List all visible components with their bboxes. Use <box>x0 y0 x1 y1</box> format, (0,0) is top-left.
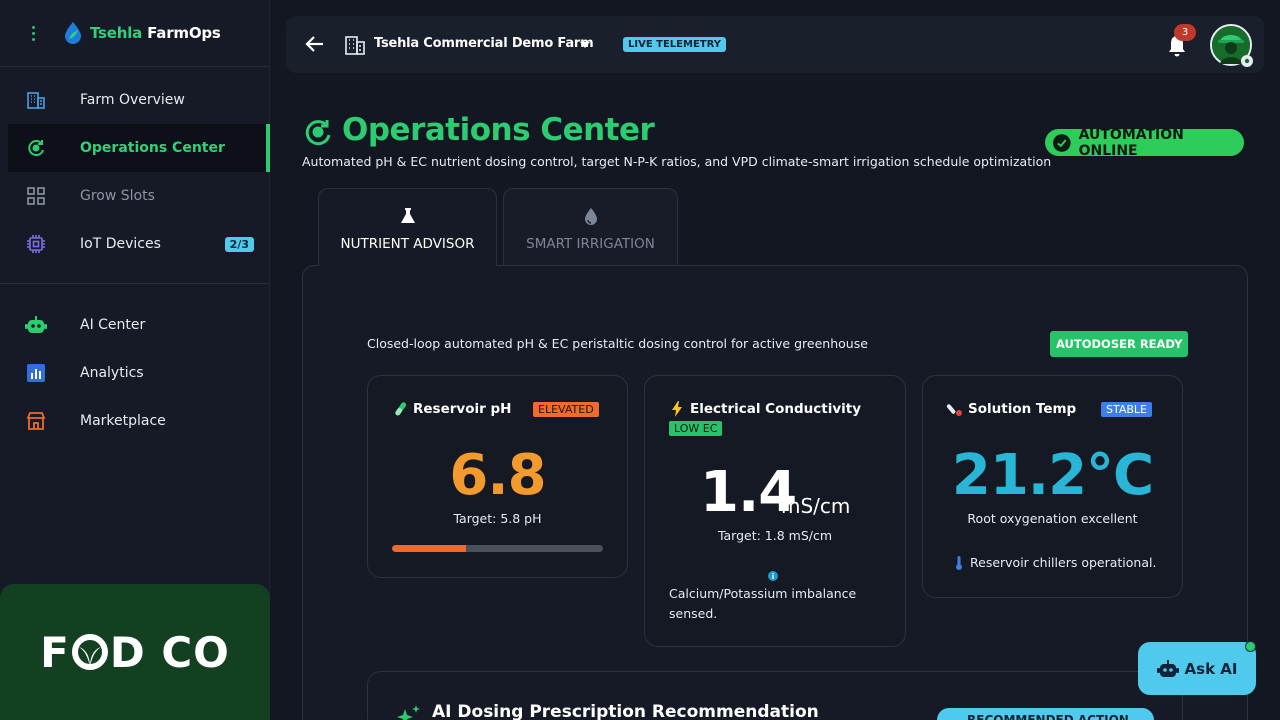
sidebar-item-label: Marketplace <box>80 413 166 429</box>
gear-icon[interactable] <box>1240 54 1254 68</box>
notification-count-badge: 3 <box>1174 24 1196 41</box>
store-icon <box>24 409 48 433</box>
autodoser-ready-badge: AUTODOSER READY <box>1050 331 1189 357</box>
water-drop-logo-icon <box>65 22 81 44</box>
recommended-action-badge: RECOMMENDED ACTION <box>937 708 1154 720</box>
sidebar-item-label: Analytics <box>80 365 144 381</box>
sidebar-item-label: Farm Overview <box>80 92 185 108</box>
page-subtitle: Automated pH & EC nutrient dosing contro… <box>302 154 1052 169</box>
temp-note-oxygenation: Root oxygenation excellent <box>967 511 1138 526</box>
food-co-logo: F D CO <box>40 627 230 677</box>
sidebar-item-label: IoT Devices <box>80 236 161 252</box>
panel-description: Closed-loop automated pH & EC peristalti… <box>367 336 868 351</box>
sidebar-item-farm-overview[interactable]: Farm Overview <box>8 76 270 124</box>
card-title: Solution Temp <box>947 401 1076 417</box>
grid-icon <box>24 184 48 208</box>
ph-progress-fill <box>392 545 466 552</box>
tab-smart-irrigation[interactable]: SMART IRRIGATION <box>503 188 678 266</box>
card-title: Reservoir pH <box>392 401 511 417</box>
sidebar-item-iot-devices[interactable]: IoT Devices 2/3 <box>8 220 270 268</box>
chevron-down-icon[interactable] <box>578 39 592 51</box>
test-tube-icon <box>395 402 407 416</box>
temp-value: 21.2°C <box>951 443 1154 508</box>
tab-label: SMART IRRIGATION <box>526 236 655 252</box>
sidebar-divider <box>0 283 270 284</box>
sidebar-item-label: Operations Center <box>80 140 225 156</box>
tab-nutrient-advisor[interactable]: NUTRIENT ADVISOR <box>318 188 497 266</box>
tab-label: NUTRIENT ADVISOR <box>340 236 475 252</box>
building-icon <box>24 88 48 112</box>
ec-status-badge: LOW EC <box>669 421 723 436</box>
top-bar: Tsehla Commercial Demo Farm LIVE TELEMET… <box>286 16 1264 73</box>
operations-cycle-icon <box>305 120 331 146</box>
ph-target: Target: 5.8 pH <box>453 511 542 526</box>
ec-note: Calcium/Potassium imbalance sensed. <box>669 586 857 621</box>
temp-status-badge: STABLE <box>1101 402 1152 417</box>
thermometer-small-icon <box>956 556 962 570</box>
sidebar-item-ai-center[interactable]: AI Center <box>8 301 270 349</box>
farm-selector-label[interactable]: Tsehla Commercial Demo Farm <box>374 36 594 51</box>
live-telemetry-badge: LIVE TELEMETRY <box>623 37 726 52</box>
robot-icon <box>24 313 48 337</box>
device-count-badge: 2/3 <box>224 236 254 252</box>
ph-status-badge: ELEVATED <box>533 402 599 417</box>
food-co-banner: F D CO <box>0 584 270 720</box>
ec-target: Target: 1.8 mS/cm <box>717 528 833 543</box>
ph-progress-bar <box>392 545 603 552</box>
info-icon <box>768 571 778 581</box>
sparkle-icon <box>397 705 420 720</box>
prescription-title: AI Dosing Prescription Recommendation <box>432 702 819 720</box>
automation-status-badge: AUTOMATION ONLINE <box>1045 127 1244 159</box>
check-circle-icon <box>1053 133 1071 152</box>
sidebar-item-analytics[interactable]: Analytics <box>8 349 270 397</box>
thermometer-icon <box>947 404 962 416</box>
sidebar: Tsehla FarmOps Farm Overview Operations … <box>0 0 270 720</box>
ask-ai-button[interactable]: Ask AI <box>1138 642 1256 695</box>
sidebar-item-label: Grow Slots <box>80 188 155 204</box>
robot-icon <box>1156 659 1179 677</box>
chart-icon <box>24 361 48 385</box>
flask-icon <box>400 208 415 223</box>
ph-value: 6.8 <box>449 443 546 508</box>
building-icon <box>345 36 365 55</box>
brand-name: Tsehla FarmOps <box>90 24 221 42</box>
sidebar-item-marketplace[interactable]: Marketplace <box>8 397 270 445</box>
card-title: Electrical Conductivity <box>669 401 861 417</box>
sidebar-item-grow-slots[interactable]: Grow Slots <box>8 172 270 220</box>
sidebar-item-label: AI Center <box>80 317 146 333</box>
sidebar-item-operations-center[interactable]: Operations Center <box>8 124 270 172</box>
lightning-icon <box>672 401 682 417</box>
online-status-dot <box>1245 641 1256 652</box>
ec-unit: mS/cm <box>781 494 851 518</box>
avatar[interactable] <box>1210 24 1254 68</box>
brand-header: Tsehla FarmOps <box>0 0 269 67</box>
water-drop-icon <box>584 208 597 225</box>
menu-kebab-icon[interactable] <box>24 21 42 45</box>
back-arrow-icon[interactable] <box>304 33 326 55</box>
leaf-o-icon <box>71 634 108 670</box>
page-title: Operations Center <box>342 112 655 148</box>
operations-cycle-icon <box>24 136 48 160</box>
temp-note-chillers: Reservoir chillers operational. <box>970 555 1157 570</box>
chip-icon <box>24 232 48 256</box>
